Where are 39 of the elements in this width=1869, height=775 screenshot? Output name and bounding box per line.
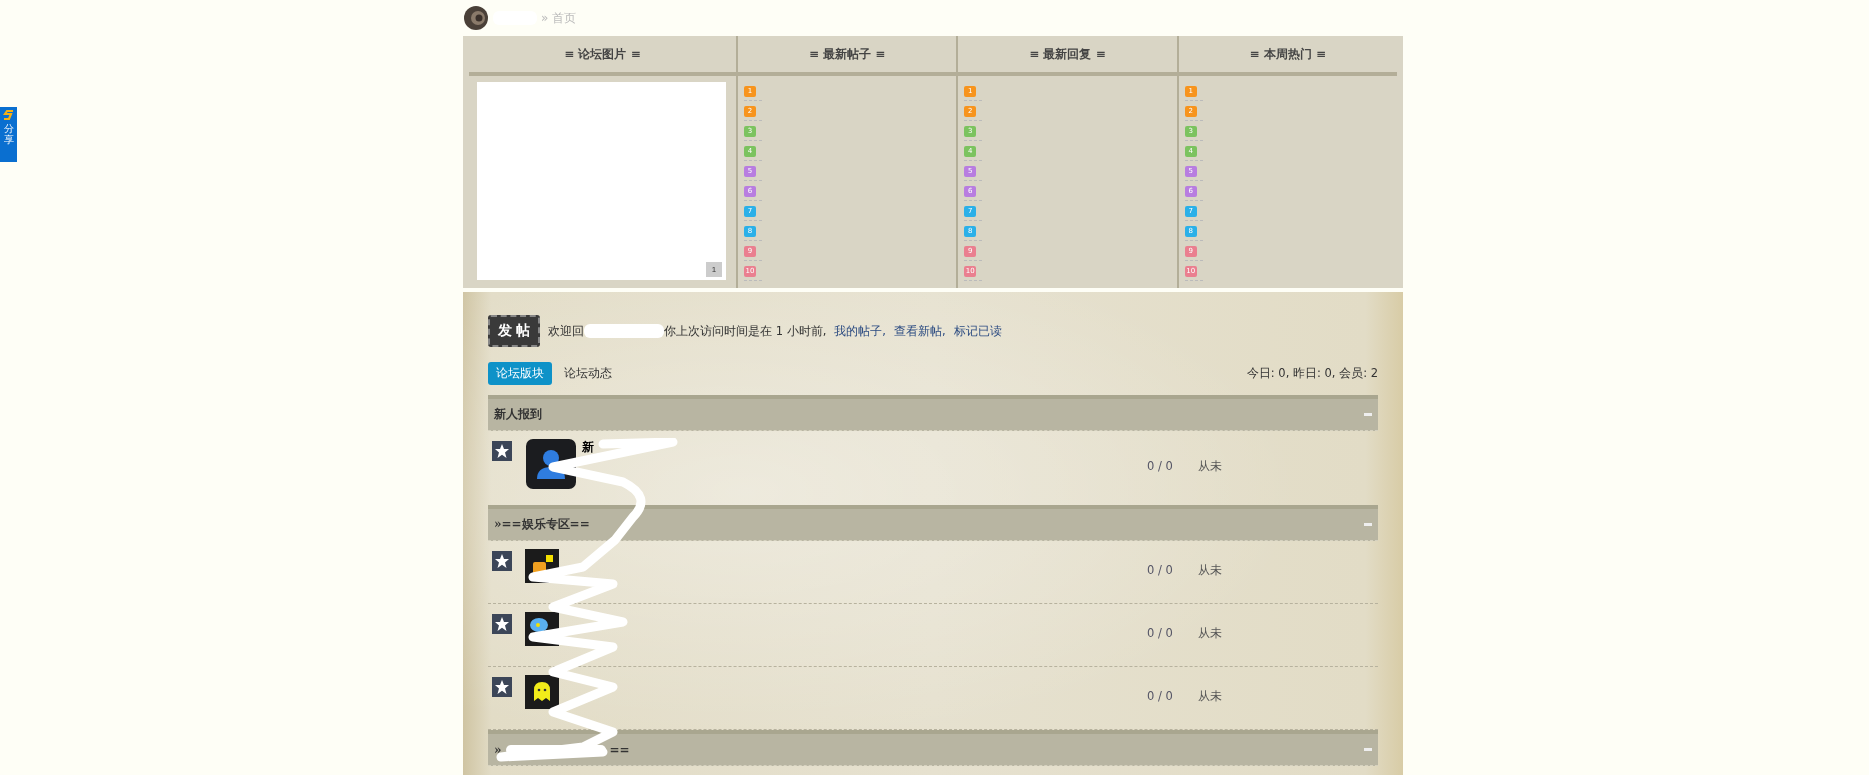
section-title: » xyxy=(494,742,502,757)
welcome-link[interactable]: 查看新帖, xyxy=(893,323,946,339)
last-post-text: 从未 xyxy=(1198,563,1223,578)
section-title: 新人报到 xyxy=(494,406,542,423)
ghost-icon xyxy=(525,675,559,709)
topic-post-counts: 0 / 0 xyxy=(1146,626,1174,640)
welcome-text: 欢迎回 xyxy=(548,323,584,339)
section-title: == xyxy=(609,742,630,757)
column-heading: ≡ 本周热门 ≡ xyxy=(1178,36,1397,76)
site-logo-icon[interactable] xyxy=(463,5,489,31)
star-icon xyxy=(492,614,512,634)
column-heading: ≡ 最新回复 ≡ xyxy=(958,36,1177,76)
share-button[interactable]: 分享 xyxy=(0,107,17,162)
section-title: »==娱乐专区== xyxy=(494,516,590,533)
new-post-button[interactable]: 发 帖 xyxy=(488,315,540,347)
star-icon xyxy=(492,441,512,461)
collapse-icon[interactable] xyxy=(1364,413,1372,416)
last-visit-text: 你上次访问时间是在 1 小时前, xyxy=(664,323,827,339)
welcome-link[interactable]: 我的帖子, xyxy=(834,323,886,339)
column-heading: ≡ 最新帖子 ≡ xyxy=(738,36,957,76)
forum-stats: 今日: 0, 昨日: 0, 会员: 2 xyxy=(1246,365,1378,381)
forum-tab[interactable]: 论坛动态 xyxy=(556,361,620,385)
collapse-icon[interactable] xyxy=(1364,748,1372,751)
star-icon xyxy=(492,677,512,697)
star-icon xyxy=(492,551,512,571)
forum-name[interactable]: 新 xyxy=(582,439,594,456)
last-post-text: 从未 xyxy=(1198,689,1223,704)
forum-tab[interactable]: 论坛版块 xyxy=(488,361,552,385)
s-logo-icon xyxy=(2,109,15,121)
topic-post-counts: 0 / 0 xyxy=(1146,689,1174,703)
slide-pager-button[interactable]: 1 xyxy=(706,262,722,277)
topic-post-counts: 0 / 0 xyxy=(1146,563,1174,577)
breadcrumb-separator: » xyxy=(541,11,549,25)
collapse-icon[interactable] xyxy=(1364,523,1372,526)
last-post-text: 从未 xyxy=(1198,626,1223,641)
column-heading: ≡ 论坛图片 ≡ xyxy=(469,36,736,76)
topic-post-counts: 0 / 0 xyxy=(1146,459,1174,473)
last-post-text: 从未 xyxy=(1198,459,1223,474)
welcome-link[interactable]: 标记已读 xyxy=(953,323,1002,339)
